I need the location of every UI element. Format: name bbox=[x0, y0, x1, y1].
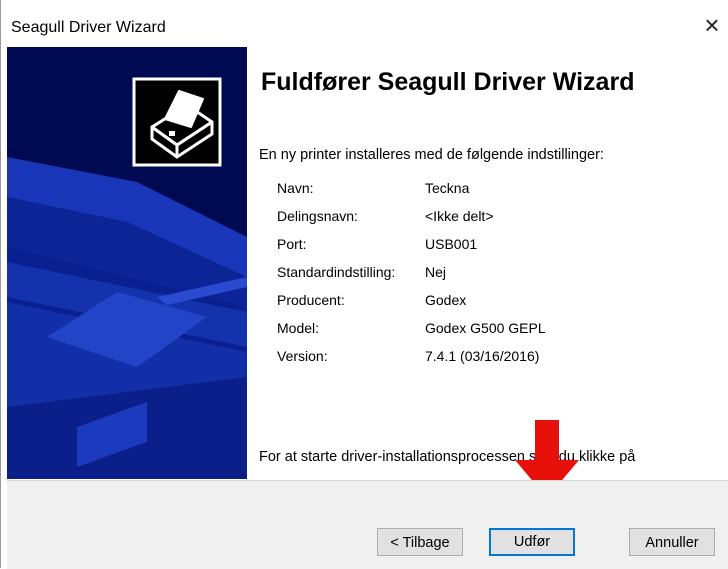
intro-text: En ny printer installeres med de følgend… bbox=[259, 147, 604, 163]
close-button[interactable]: × bbox=[695, 10, 728, 40]
setting-label: Model: bbox=[277, 320, 320, 336]
setting-label: Port: bbox=[277, 236, 307, 252]
page-title: Fuldfører Seagull Driver Wizard bbox=[261, 68, 635, 96]
button-bar: < Tilbage Udfør Annuller bbox=[7, 480, 728, 569]
setting-value: <Ikke delt> bbox=[425, 208, 494, 224]
setting-row-port: Port: USB001 bbox=[277, 236, 707, 258]
setting-label: Standardindstilling: bbox=[277, 264, 396, 280]
setting-value: Godex G500 GEPL bbox=[425, 320, 546, 336]
setting-row-share-name: Delingsnavn: <Ikke delt> bbox=[277, 208, 707, 230]
setting-label: Version: bbox=[277, 348, 328, 364]
wizard-side-banner bbox=[7, 47, 247, 479]
setting-row-model: Model: Godex G500 GEPL bbox=[277, 320, 707, 342]
setting-row-name: Navn: Teckna bbox=[277, 180, 707, 202]
setting-label: Producent: bbox=[277, 292, 345, 308]
setting-row-version: Version: 7.4.1 (03/16/2016) bbox=[277, 348, 707, 370]
setting-row-manufacturer: Producent: Godex bbox=[277, 292, 707, 314]
finish-button[interactable]: Udfør bbox=[489, 528, 575, 556]
title-bar: Seagull Driver Wizard × bbox=[1, 0, 728, 46]
setting-label: Delingsnavn: bbox=[277, 208, 358, 224]
printer-illustration bbox=[7, 77, 247, 479]
setting-value: 7.4.1 (03/16/2016) bbox=[425, 348, 540, 364]
setting-value: Godex bbox=[425, 292, 467, 308]
setting-value: Teckna bbox=[425, 180, 470, 196]
setting-row-default: Standardindstilling: Nej bbox=[277, 264, 707, 286]
wizard-content: Fuldfører Seagull Driver Wizard En ny pr… bbox=[247, 47, 728, 479]
setting-value: Nej bbox=[425, 264, 447, 280]
setting-value: USB001 bbox=[425, 236, 478, 252]
wizard-window: Seagull Driver Wizard × Fuldfører Seagul… bbox=[0, 0, 728, 569]
setting-label: Navn: bbox=[277, 180, 314, 196]
printer-logo-icon bbox=[132, 77, 222, 167]
back-button[interactable]: < Tilbage bbox=[377, 528, 463, 556]
cancel-button[interactable]: Annuller bbox=[629, 528, 715, 556]
window-title: Seagull Driver Wizard bbox=[11, 19, 166, 36]
